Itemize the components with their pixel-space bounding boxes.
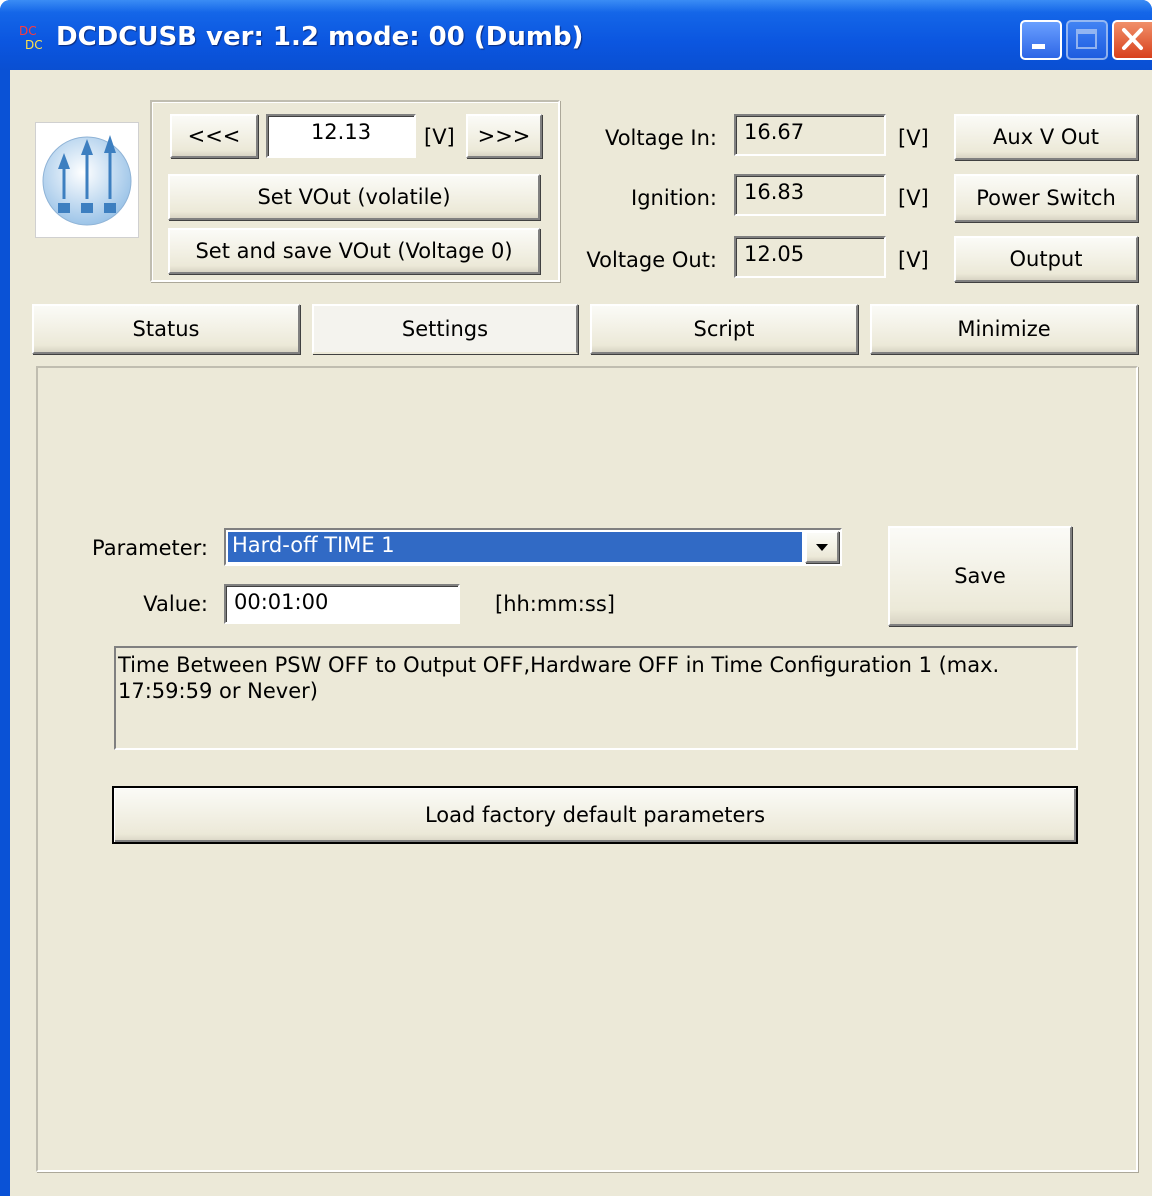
minimize-button[interactable] (1020, 20, 1062, 60)
maximize-button[interactable] (1066, 20, 1108, 60)
parameter-dropdown-button[interactable] (805, 531, 839, 563)
parameter-select[interactable]: Hard-off TIME 1 (224, 528, 842, 566)
svg-text:DC: DC (19, 24, 37, 38)
tab-minimize[interactable]: Minimize (870, 304, 1138, 354)
window-title: DCDCUSB ver: 1.2 mode: 00 (Dumb) (56, 22, 584, 52)
power-switch-button[interactable]: Power Switch (954, 174, 1138, 222)
value-unit: [hh:mm:ss] (495, 592, 615, 616)
load-factory-defaults-button[interactable]: Load factory default parameters (112, 786, 1078, 844)
output-button[interactable]: Output (954, 236, 1138, 282)
save-button[interactable]: Save (888, 526, 1072, 626)
svg-text:DC: DC (25, 38, 43, 52)
voltage-in-value: 16.67 (734, 114, 886, 156)
ignition-unit: [V] (898, 186, 929, 210)
parameter-selected-value: Hard-off TIME 1 (227, 531, 803, 563)
decrease-vout-button[interactable]: <<< (170, 114, 258, 158)
vout-unit: [V] (424, 125, 455, 149)
title-bar[interactable]: DC DC DCDCUSB ver: 1.2 mode: 00 (Dumb) (0, 0, 1152, 70)
chevron-down-icon (816, 544, 828, 551)
maximize-icon (1076, 29, 1097, 49)
value-label: Value: (143, 592, 208, 616)
app-window: DC DC DCDCUSB ver: 1.2 mode: 00 (Dumb) <… (0, 0, 1152, 1196)
client-area: <<< 12.13 [V] >>> Set VOut (volatile) Se… (10, 70, 1152, 1196)
voltage-logo-icon (42, 135, 132, 226)
tab-status[interactable]: Status (32, 304, 300, 354)
vout-input[interactable]: 12.13 (266, 114, 416, 158)
voltage-in-unit: [V] (898, 126, 929, 150)
voltage-out-label: Voltage Out: (586, 248, 717, 272)
tab-script[interactable]: Script (590, 304, 858, 354)
value-input[interactable]: 00:01:00 (224, 584, 460, 624)
set-save-vout-button[interactable]: Set and save VOut (Voltage 0) (168, 228, 540, 274)
close-button[interactable] (1112, 20, 1152, 60)
increase-vout-button[interactable]: >>> (466, 114, 542, 158)
aux-v-out-button[interactable]: Aux V Out (954, 114, 1138, 160)
voltage-in-label: Voltage In: (604, 126, 717, 150)
minimize-icon (1032, 44, 1045, 49)
close-icon (1122, 28, 1143, 50)
set-vout-volatile-button[interactable]: Set VOut (volatile) (168, 174, 540, 220)
parameter-label: Parameter: (92, 536, 208, 560)
tab-settings[interactable]: Settings (312, 304, 578, 354)
voltage-out-value: 12.05 (734, 236, 886, 278)
settings-panel (36, 366, 1138, 1172)
voltage-out-unit: [V] (898, 248, 929, 272)
dcdc-app-icon: DC DC (19, 24, 43, 52)
parameter-description: Time Between PSW OFF to Output OFF,Hardw… (114, 646, 1078, 750)
mini-box-logo (35, 122, 139, 238)
ignition-value: 16.83 (734, 174, 886, 216)
ignition-label: Ignition: (631, 186, 717, 210)
